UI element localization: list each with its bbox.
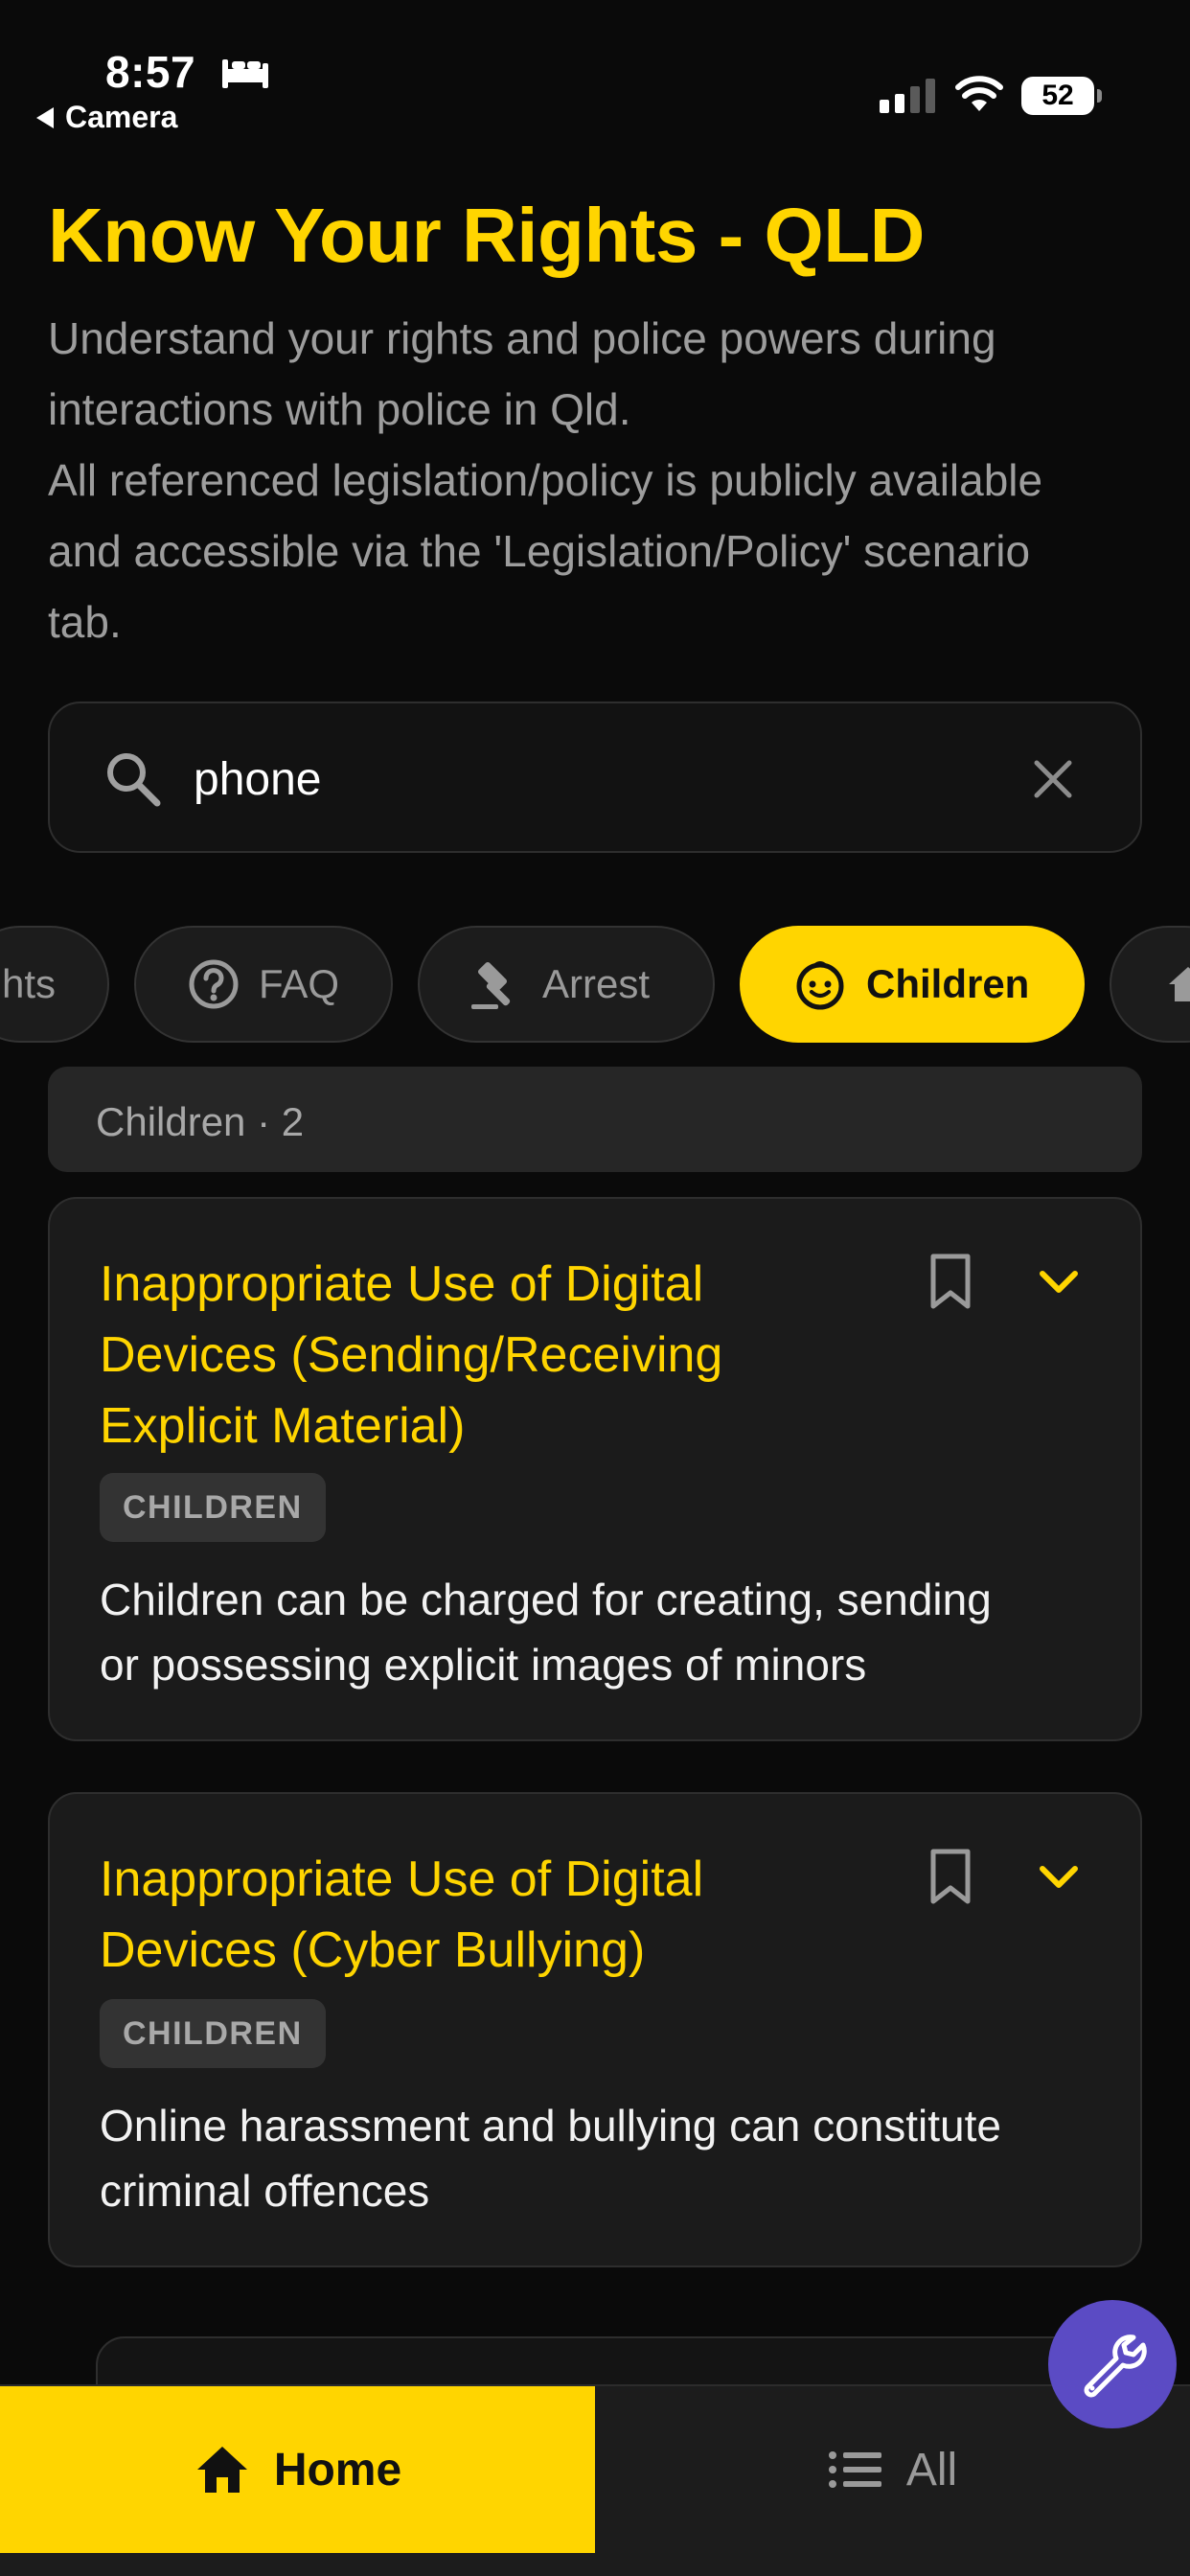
results-count-label: Children · 2 xyxy=(96,1099,305,1144)
child-face-icon xyxy=(796,961,844,1010)
subtitle-line: interactions with police in Qld. xyxy=(48,384,631,434)
scenario-card[interactable]: Inappropriate Use of Digital Devices (Cy… xyxy=(48,1792,1142,2267)
back-camera-label: Camera xyxy=(65,100,178,134)
card-description-line: criminal offences xyxy=(100,2166,430,2216)
chip-label: Arrest xyxy=(542,961,651,1006)
bookmark-icon[interactable] xyxy=(927,1253,973,1310)
chip-faq[interactable]: FAQ xyxy=(134,926,393,1043)
wifi-icon xyxy=(955,76,1003,111)
cellular-signal-icon xyxy=(880,79,935,113)
card-description: Online harassment and bullying can const… xyxy=(100,2093,1115,2223)
chevron-down-icon[interactable] xyxy=(1037,1863,1081,1892)
search-bar[interactable] xyxy=(48,702,1142,853)
home-icon xyxy=(1169,967,1190,1001)
page-title: Know Your Rights - QLD xyxy=(48,193,925,278)
home-icon xyxy=(196,2447,247,2493)
bottom-nav: Home All xyxy=(0,2384,1190,2576)
back-to-camera-link[interactable]: Camera xyxy=(36,100,177,135)
card-description-line: or possessing explicit images of minors xyxy=(100,1640,867,1690)
bed-icon xyxy=(222,59,268,88)
subtitle-line: All referenced legislation/policy is pub… xyxy=(48,455,1043,505)
clear-search-icon[interactable] xyxy=(1027,753,1079,805)
chip-label: FAQ xyxy=(259,961,340,1006)
wrench-icon xyxy=(1084,2334,1147,2398)
app-screen: 8:57 Camera 52 Know Your Rights - QLD Un… xyxy=(0,0,1190,2576)
page-subtitle: Understand your rights and police powers… xyxy=(48,303,1159,657)
gavel-icon xyxy=(471,961,511,1009)
card-title-line: Inappropriate Use of Digital xyxy=(100,1256,704,1312)
chip-label: Children xyxy=(866,961,1030,1006)
status-time: 8:57 xyxy=(105,47,196,97)
card-title-line: Devices (Cyber Bullying) xyxy=(100,1922,646,1978)
category-tag: CHILDREN xyxy=(100,1473,326,1542)
results-group-header: Children · 2 xyxy=(48,1067,1142,1172)
scenario-card[interactable]: Inappropriate Use of Digital Devices (Se… xyxy=(48,1197,1142,1741)
battery-level: 52 xyxy=(1021,77,1094,115)
battery-icon: 52 xyxy=(1021,77,1102,115)
card-description-line: Online harassment and bullying can const… xyxy=(100,2101,1002,2150)
nav-home-tab[interactable]: Home xyxy=(0,2386,595,2553)
card-title-line: Devices (Sending/Receiving xyxy=(100,1327,723,1383)
chip-arrest[interactable]: Arrest xyxy=(418,926,715,1043)
card-title-line: Explicit Material) xyxy=(100,1398,466,1454)
card-title: Inappropriate Use of Digital Devices (Cy… xyxy=(100,1844,866,1986)
subtitle-line: and accessible via the 'Legislation/Poli… xyxy=(48,526,1031,576)
chip-rights[interactable]: hts xyxy=(0,926,109,1043)
chip-children[interactable]: Children xyxy=(740,926,1085,1043)
nav-all-label: All xyxy=(905,2444,958,2496)
card-title: Inappropriate Use of Digital Devices (Se… xyxy=(100,1249,866,1461)
bookmark-icon[interactable] xyxy=(927,1848,973,1905)
search-input[interactable] xyxy=(194,742,1037,816)
search-icon xyxy=(107,753,161,807)
subtitle-line: Understand your rights and police powers… xyxy=(48,313,996,363)
card-description: Children can be charged for creating, se… xyxy=(100,1567,1115,1697)
back-arrow-icon xyxy=(36,106,54,128)
card-title-line: Inappropriate Use of Digital xyxy=(100,1852,704,1907)
category-tag: CHILDREN xyxy=(100,1999,326,2068)
list-icon xyxy=(828,2451,881,2488)
tools-fab-button[interactable] xyxy=(1048,2300,1177,2428)
nav-home-label: Home xyxy=(273,2444,402,2496)
chevron-down-icon[interactable] xyxy=(1037,1268,1081,1297)
help-circle-icon xyxy=(189,959,239,1009)
subtitle-line: tab. xyxy=(48,597,122,647)
battery-cap xyxy=(1097,89,1102,103)
chip-label: hts xyxy=(2,961,57,1006)
chip-home[interactable] xyxy=(1110,926,1190,1043)
card-description-line: Children can be charged for creating, se… xyxy=(100,1575,992,1624)
